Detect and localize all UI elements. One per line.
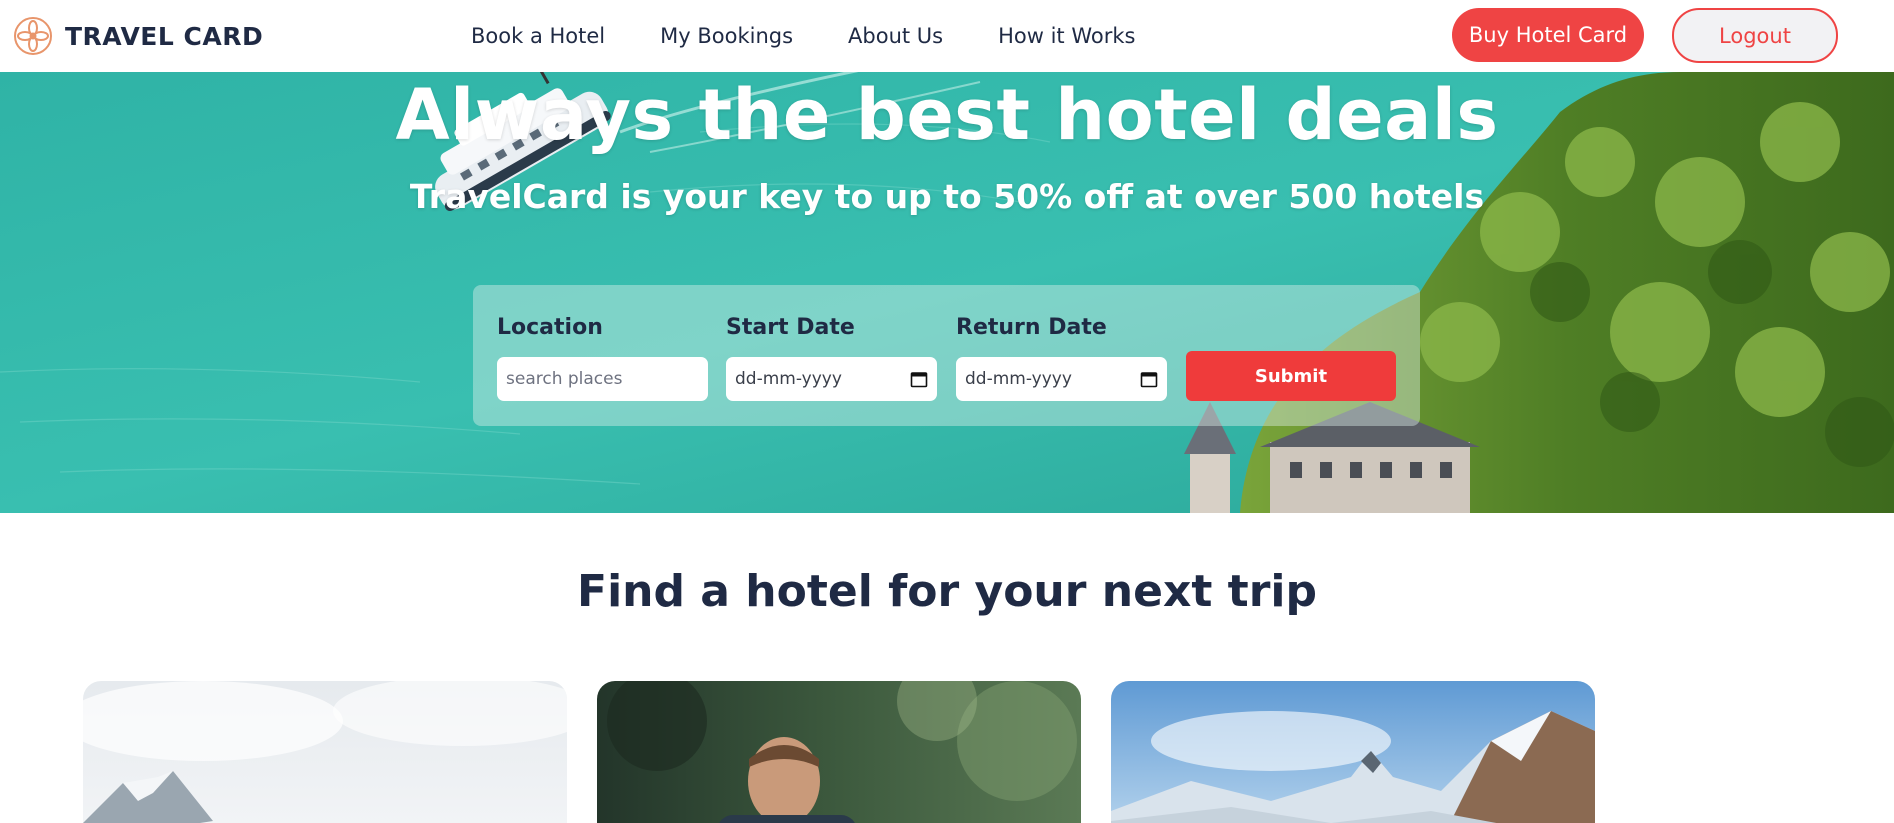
location-input[interactable]: search places: [497, 357, 708, 401]
return-date-label: Return Date: [956, 315, 1107, 340]
brand[interactable]: TRAVEL CARD: [13, 16, 263, 56]
hero-subtitle: TravelCard is your key to up to 50% off …: [409, 177, 1485, 216]
section-title: Find a hotel for your next trip: [577, 566, 1317, 617]
navbar: TRAVEL CARD Book a Hotel My Bookings Abo…: [0, 0, 1894, 72]
flower-logo-icon: [14, 17, 52, 55]
location-label: Location: [497, 315, 603, 340]
calendar-icon[interactable]: [910, 370, 928, 388]
nav-book-hotel[interactable]: Book a Hotel: [471, 24, 605, 48]
hotel-card[interactable]: [597, 681, 1081, 823]
hiker-in-forest-image: [597, 681, 1081, 823]
buy-hotel-card-button[interactable]: Buy Hotel Card: [1452, 8, 1644, 62]
submit-button[interactable]: Submit: [1186, 351, 1396, 401]
start-date-label: Start Date: [726, 315, 855, 340]
nav-about-us[interactable]: About Us: [848, 24, 943, 48]
logout-button[interactable]: Logout: [1672, 8, 1838, 63]
return-date-input[interactable]: dd-mm-yyyy: [956, 357, 1167, 401]
start-date-value: dd-mm-yyyy: [735, 369, 842, 389]
nav-how-it-works[interactable]: How it Works: [998, 24, 1135, 48]
hero-section: Always the best hotel deals TravelCard i…: [0, 72, 1894, 513]
snowy-mountain-image: [83, 681, 567, 823]
nav-my-bookings[interactable]: My Bookings: [660, 24, 793, 48]
brand-name: TRAVEL CARD: [65, 21, 264, 51]
main-nav: Book a Hotel My Bookings About Us How it…: [471, 0, 1135, 72]
calendar-icon[interactable]: [1140, 370, 1158, 388]
hotel-card[interactable]: [1111, 681, 1595, 823]
start-date-input[interactable]: dd-mm-yyyy: [726, 357, 937, 401]
hotel-card[interactable]: [83, 681, 567, 823]
return-date-value: dd-mm-yyyy: [965, 369, 1072, 389]
hero-title: Always the best hotel deals: [395, 74, 1499, 156]
location-placeholder: search places: [506, 369, 623, 389]
hotel-search-form: Location search places Start Date dd-mm-…: [473, 285, 1420, 426]
matterhorn-village-image: [1111, 681, 1595, 823]
